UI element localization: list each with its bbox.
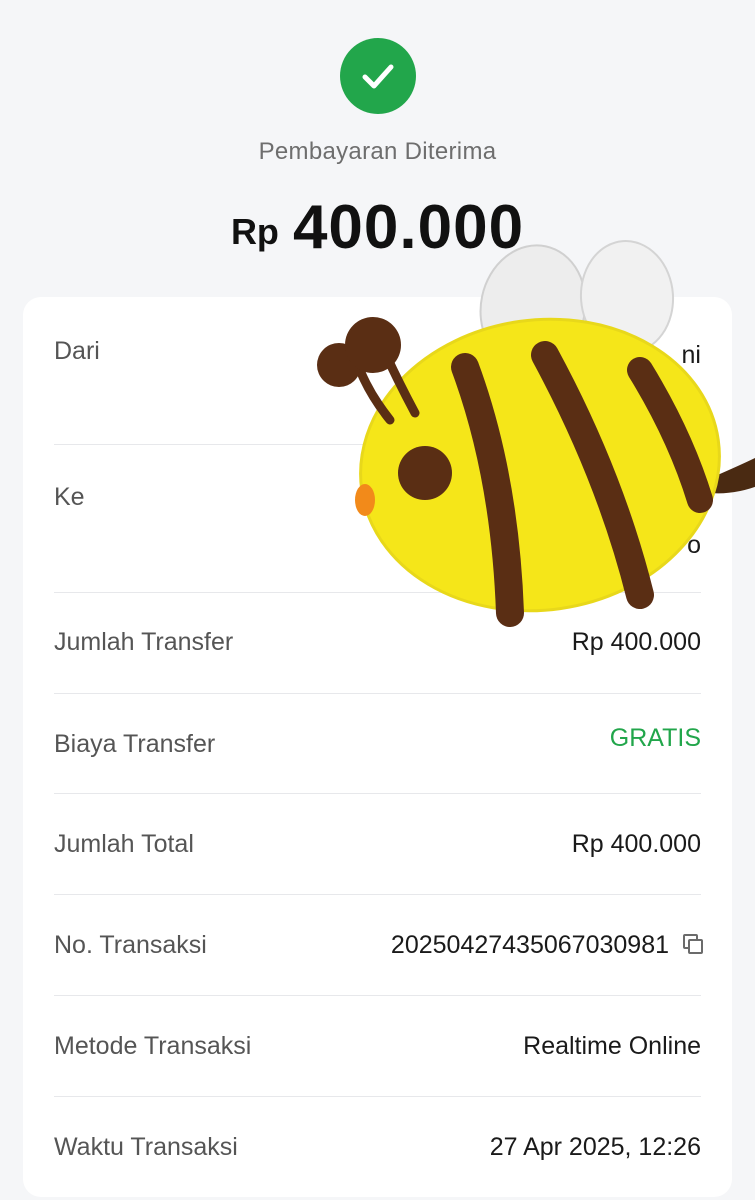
amount-value: 400.000 bbox=[292, 193, 525, 262]
method-value: Realtime Online bbox=[523, 1032, 701, 1060]
to-label: Ke bbox=[54, 483, 85, 511]
time-label: Waktu Transaksi bbox=[54, 1133, 238, 1161]
transfer-amount-label: Jumlah Transfer bbox=[54, 628, 234, 656]
payment-receipt: Pembayaran Diterima Rp 400.000 Dari ni Ke… bbox=[0, 0, 755, 1200]
to-value: o bbox=[687, 531, 701, 559]
transfer-fee-value: GRATIS bbox=[609, 724, 701, 752]
time-value: 27 Apr 2025, 12:26 bbox=[489, 1133, 701, 1161]
total-label: Jumlah Total bbox=[54, 830, 194, 858]
detail-row-time: Waktu Transaksi 27 Apr 2025, 12:26 bbox=[54, 1097, 701, 1197]
detail-row-method: Metode Transaksi Realtime Online bbox=[54, 996, 701, 1097]
method-label: Metode Transaksi bbox=[54, 1032, 252, 1060]
detail-row-from: Dari ni bbox=[54, 297, 701, 445]
transfer-fee-label: Biaya Transfer bbox=[54, 730, 216, 758]
transfer-amount-value: Rp 400.000 bbox=[571, 628, 701, 656]
from-label: Dari bbox=[54, 337, 100, 365]
transaction-details-card: Dari ni Ke o Jumlah Transfer Rp 400.000 … bbox=[23, 297, 732, 1197]
amount-currency: Rp bbox=[230, 211, 279, 252]
detail-row-transaction-id: No. Transaksi 20250427435067030981 bbox=[54, 895, 703, 996]
copy-icon[interactable] bbox=[683, 934, 703, 954]
from-value: ni bbox=[681, 341, 701, 369]
detail-row-transfer-amount: Jumlah Transfer Rp 400.000 bbox=[54, 593, 701, 694]
total-value: Rp 400.000 bbox=[571, 830, 701, 858]
detail-row-total: Jumlah Total Rp 400.000 bbox=[54, 794, 701, 895]
payment-amount: Rp 400.000 bbox=[0, 192, 755, 263]
check-circle-icon bbox=[340, 38, 416, 114]
detail-row-transfer-fee: Biaya Transfer GRATIS bbox=[54, 694, 701, 794]
transaction-id-value-wrap: 20250427435067030981 bbox=[390, 931, 703, 960]
transaction-id-label: No. Transaksi bbox=[54, 931, 207, 959]
transaction-id-value: 20250427435067030981 bbox=[390, 931, 669, 959]
payment-status: Pembayaran Diterima bbox=[258, 138, 497, 165]
detail-row-to: Ke o bbox=[54, 445, 701, 593]
